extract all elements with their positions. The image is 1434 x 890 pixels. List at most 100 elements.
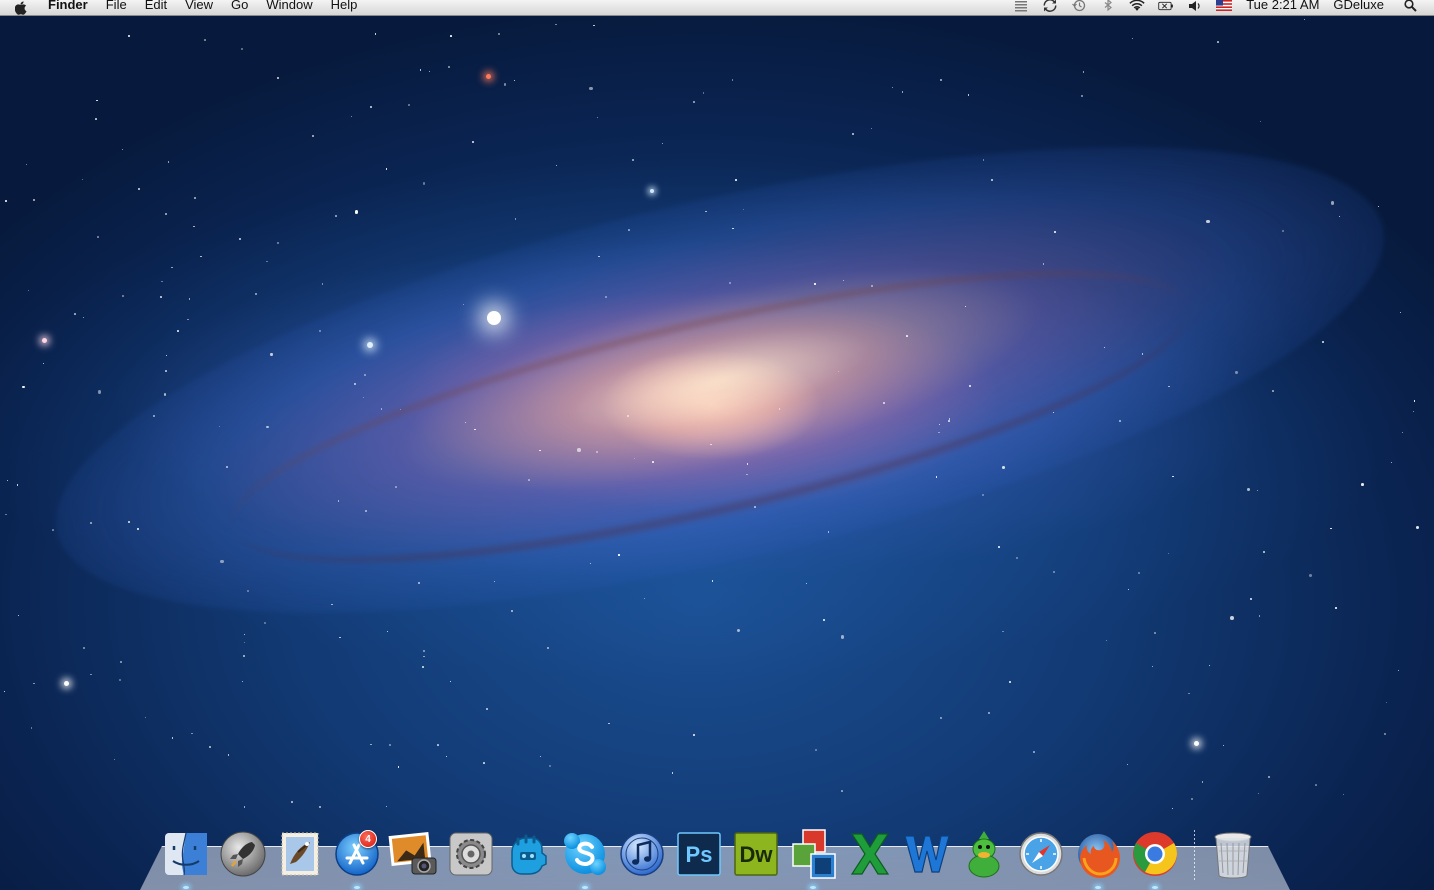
volume-icon[interactable] <box>1187 0 1203 12</box>
dock-item-trash[interactable] <box>1207 828 1259 880</box>
gear-icon <box>449 832 493 876</box>
star <box>385 806 387 808</box>
star <box>935 475 938 478</box>
dock-item-mail[interactable] <box>274 828 326 880</box>
star <box>168 161 170 163</box>
dock-item-word[interactable] <box>901 828 953 880</box>
star <box>483 762 485 765</box>
battery-icon[interactable] <box>1158 0 1174 12</box>
star <box>1308 573 1313 578</box>
star <box>423 650 425 652</box>
star <box>209 745 212 748</box>
dock-item-itunes[interactable] <box>616 828 668 880</box>
star <box>354 212 356 215</box>
search-icon[interactable] <box>1402 0 1418 12</box>
star <box>354 210 358 214</box>
star <box>122 295 125 297</box>
star <box>51 529 54 532</box>
wifi-icon[interactable] <box>1129 0 1145 12</box>
star <box>220 559 224 563</box>
star <box>1042 263 1045 266</box>
dock-item-dreamweaver[interactable]: Dw <box>730 828 782 880</box>
time-machine-icon[interactable] <box>1071 0 1087 12</box>
star <box>450 35 452 37</box>
star <box>163 393 167 396</box>
star <box>374 33 377 35</box>
menu-extras-icon[interactable] <box>1013 0 1029 12</box>
dock: 4 Ps Dw <box>160 820 1264 889</box>
robot-icon <box>511 834 547 875</box>
star <box>462 303 464 305</box>
dock-item-finder[interactable] <box>160 828 212 889</box>
dock-item-adium[interactable] <box>958 828 1010 880</box>
dock-item-photoshop[interactable]: Ps <box>673 828 725 880</box>
dock-item-iphoto[interactable] <box>388 828 440 880</box>
star <box>165 370 167 372</box>
dock-item-launchpad[interactable] <box>217 828 269 880</box>
dock-item-excel[interactable] <box>844 828 896 880</box>
dock-item-app-store[interactable]: 4 <box>331 828 383 889</box>
star <box>841 789 844 792</box>
menu-user-name[interactable]: GDeluxe <box>1333 0 1384 12</box>
star <box>746 473 748 475</box>
star <box>1235 370 1239 374</box>
star <box>1402 432 1404 434</box>
star <box>546 647 549 650</box>
dock-item-robot[interactable] <box>502 828 554 880</box>
excel-icon <box>850 833 890 875</box>
star <box>840 635 844 639</box>
menu-edit[interactable]: Edit <box>145 0 167 11</box>
star <box>119 660 122 663</box>
star <box>596 451 599 454</box>
star <box>144 717 147 719</box>
star <box>1361 483 1365 487</box>
dock-item-skype[interactable] <box>559 828 611 889</box>
star <box>702 92 705 95</box>
menu-app-finder[interactable]: Finder <box>48 0 88 11</box>
star <box>618 554 620 556</box>
bluetooth-icon[interactable] <box>1100 0 1116 12</box>
star <box>577 448 581 452</box>
menu-help[interactable]: Help <box>331 0 358 11</box>
menu-file[interactable]: File <box>106 0 127 11</box>
star <box>1335 606 1337 609</box>
star <box>711 580 714 582</box>
star <box>1132 37 1134 39</box>
running-indicator <box>354 886 360 889</box>
dock-item-firefox[interactable] <box>1072 828 1124 889</box>
dock-item-windows-app[interactable] <box>787 828 839 889</box>
star <box>806 582 808 584</box>
star <box>710 444 712 446</box>
menu-clock[interactable]: Tue 2:21 AM <box>1246 0 1319 12</box>
apple-icon[interactable] <box>14 0 28 15</box>
star <box>1384 732 1387 735</box>
star <box>1377 206 1379 208</box>
star <box>1082 71 1085 73</box>
star <box>1415 526 1419 530</box>
firefox-icon <box>1078 834 1120 878</box>
dreamweaver-icon: Dw <box>734 832 778 876</box>
menu-window[interactable]: Window <box>266 0 312 11</box>
star <box>335 215 338 217</box>
menu-go[interactable]: Go <box>231 0 248 11</box>
sync-icon[interactable] <box>1042 0 1058 12</box>
menu-bar-status: Tue 2:21 AM GDeluxe <box>1000 0 1434 15</box>
running-indicator <box>1152 886 1158 889</box>
star <box>153 415 156 418</box>
star <box>429 71 431 73</box>
menu-view[interactable]: View <box>185 0 213 11</box>
star <box>270 353 273 356</box>
dock-item-chrome[interactable] <box>1129 828 1181 889</box>
star <box>4 199 7 202</box>
star <box>408 104 411 107</box>
dock-item-safari[interactable] <box>1015 828 1067 880</box>
star <box>589 562 591 564</box>
star <box>705 210 707 213</box>
dock-item-system-preferences[interactable] <box>445 828 497 880</box>
star <box>370 743 372 745</box>
star <box>997 546 1000 549</box>
us-flag-icon[interactable] <box>1216 0 1233 12</box>
star <box>778 408 781 410</box>
star <box>1002 630 1004 633</box>
star <box>626 414 630 418</box>
